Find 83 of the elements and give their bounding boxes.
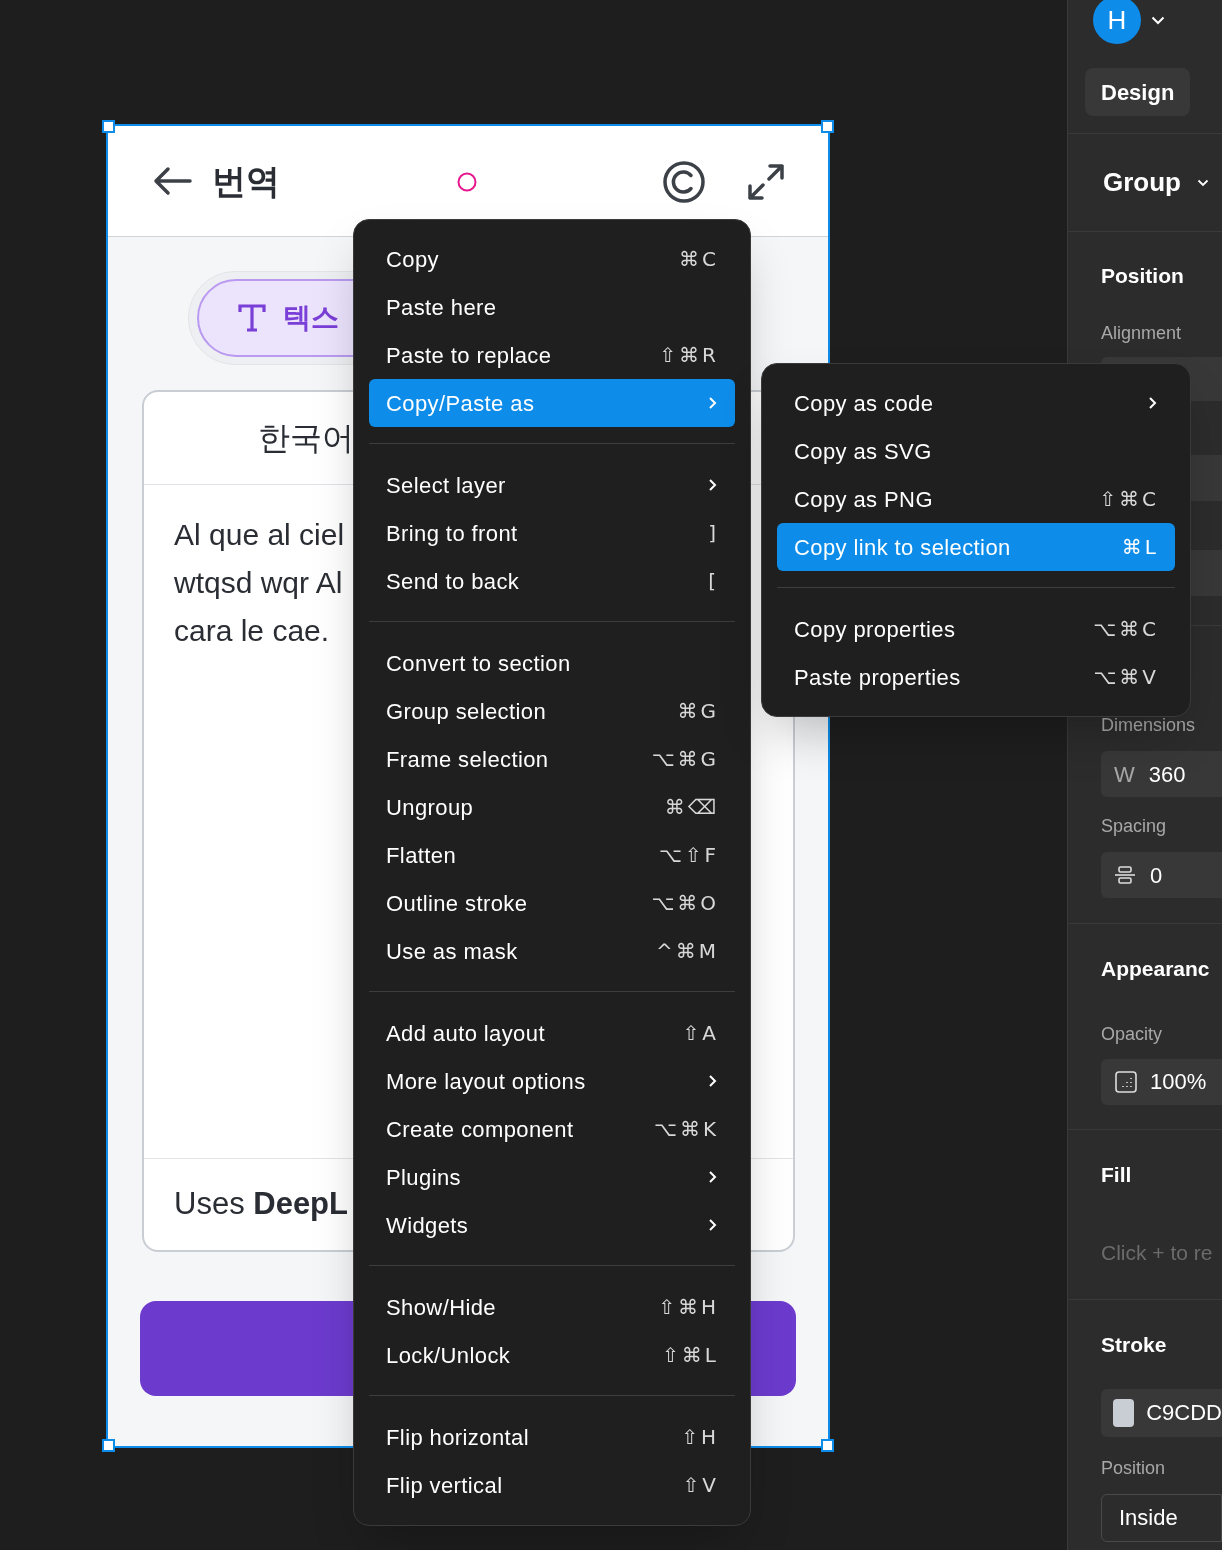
chevron-down-icon <box>1197 178 1209 187</box>
shortcut-label: ⌥⌘O <box>651 890 719 917</box>
copyright-icon <box>662 160 706 204</box>
shortcut-label: ^⌘M <box>656 938 719 965</box>
menu-item[interactable]: Paste properties ⌥⌘V <box>777 653 1175 701</box>
text-line: wtqsd wqr Al <box>174 565 343 601</box>
text-line: cara le cae. <box>174 613 330 649</box>
selection-handle[interactable] <box>821 1439 834 1452</box>
panel-tab[interactable]: Design <box>1085 68 1191 116</box>
shortcut-label: ⌘G <box>677 698 719 725</box>
menu-item[interactable]: Bring to front ] <box>369 509 735 557</box>
shortcut-label: ] <box>708 520 719 547</box>
menu-item[interactable]: Outline stroke ⌥⌘O <box>369 879 735 927</box>
section-title: Stroke <box>1101 1332 1168 1358</box>
shortcut-label: ⌥⌘V <box>1093 664 1159 691</box>
layer-type-dropdown[interactable]: Group <box>1103 163 1209 202</box>
field-label: Alignment <box>1101 321 1183 345</box>
color-swatch <box>1113 1398 1135 1427</box>
chevron-down-icon <box>1151 15 1165 25</box>
user-avatar[interactable]: H <box>1093 0 1141 44</box>
shortcut-label: ⌘L <box>1121 534 1159 561</box>
spacing-icon <box>1114 864 1136 886</box>
menu-item[interactable]: More layout options <box>369 1057 735 1105</box>
menu-item[interactable]: Copy as PNG ⇧⌘C <box>777 475 1175 523</box>
attribution-text: Uses DeepL <box>174 1185 348 1224</box>
menu-item[interactable]: Plugins <box>369 1153 735 1201</box>
ring-icon <box>456 171 478 193</box>
menu-item[interactable]: Create component ⌥⌘K <box>369 1105 735 1153</box>
shortcut-label: ⌥⌘C <box>1093 616 1159 643</box>
menu-item[interactable]: Flip horizontal ⇧H <box>369 1413 735 1461</box>
menu-item[interactable]: Ungroup ⌘⌫ <box>369 783 735 831</box>
menu-item[interactable]: Add auto layout ⇧A <box>369 1009 735 1057</box>
shortcut-label: ⇧A <box>682 1020 719 1047</box>
menu-item[interactable]: Widgets <box>369 1201 735 1249</box>
shortcut-label: ⌘C <box>679 246 719 273</box>
selection-handle[interactable] <box>821 120 834 133</box>
section-title: Position <box>1101 263 1185 289</box>
shortcut-label: ⌥⇧F <box>658 842 719 869</box>
shortcut-label: ⇧⌘C <box>1099 486 1159 513</box>
text-line: Al que al ciel <box>174 517 345 553</box>
menu-item[interactable]: Flatten ⌥⇧F <box>369 831 735 879</box>
width-field[interactable]: W 360 <box>1101 751 1222 797</box>
menu-item[interactable]: Copy properties ⌥⌘C <box>777 605 1175 653</box>
menu-item[interactable]: Copy/Paste as <box>369 379 735 427</box>
menu-item[interactable]: Copy as code <box>777 379 1175 427</box>
back-arrow-icon <box>152 166 192 196</box>
expand-icon <box>746 162 786 202</box>
field-label: Position <box>1101 1456 1167 1480</box>
menu-item[interactable]: Group selection ⌘G <box>369 687 735 735</box>
menu-item[interactable]: Send to back [ <box>369 557 735 605</box>
shortcut-label: ⇧⌘R <box>659 342 719 369</box>
opacity-field[interactable]: 100% <box>1101 1058 1222 1105</box>
field-label: Dimensions <box>1101 714 1197 737</box>
menu-item[interactable]: Show/Hide ⇧⌘H <box>369 1283 735 1331</box>
menu-item[interactable]: Copy link to selection ⌘L <box>777 523 1175 571</box>
shortcut-label: ⇧⌘L <box>662 1342 719 1369</box>
text-tool-icon <box>237 303 267 333</box>
shortcut-label: ⇧V <box>682 1472 719 1499</box>
page-title: 번역 <box>212 160 280 202</box>
menu-item[interactable]: Lock/Unlock ⇧⌘L <box>369 1331 735 1379</box>
menu-item[interactable]: Select layer <box>369 461 735 509</box>
field-label: Opacity <box>1101 1022 1164 1046</box>
shortcut-label: ⌥⌘G <box>651 746 719 773</box>
shortcut-label: ⇧H <box>681 1424 719 1451</box>
opacity-icon <box>1114 1069 1138 1094</box>
stroke-color-field[interactable]: C9CDD <box>1101 1388 1222 1437</box>
section-title: Appearanc <box>1101 956 1211 982</box>
menu-item[interactable]: Frame selection ⌥⌘G <box>369 735 735 783</box>
menu-item[interactable]: Flip vertical ⇧V <box>369 1461 735 1509</box>
shortcut-label: ⇧⌘H <box>658 1294 719 1321</box>
selection-handle[interactable] <box>102 120 115 133</box>
shortcut-label: ⌘⌫ <box>664 794 719 821</box>
spacing-field[interactable]: 0 <box>1101 852 1222 898</box>
shortcut-label: [ <box>708 568 719 595</box>
menu-item[interactable]: Use as mask ^⌘M <box>369 927 735 975</box>
menu-item[interactable]: Convert to section <box>369 639 735 687</box>
section-title: Fill <box>1101 1162 1133 1188</box>
selection-handle[interactable] <box>102 1439 115 1452</box>
shortcut-label: ⌥⌘K <box>653 1116 719 1143</box>
hint-text: Click + to re <box>1101 1239 1214 1266</box>
menu-item[interactable]: Copy as SVG <box>777 427 1175 475</box>
stroke-position-dropdown[interactable]: Inside <box>1101 1493 1222 1542</box>
field-label: Spacing <box>1101 815 1168 838</box>
